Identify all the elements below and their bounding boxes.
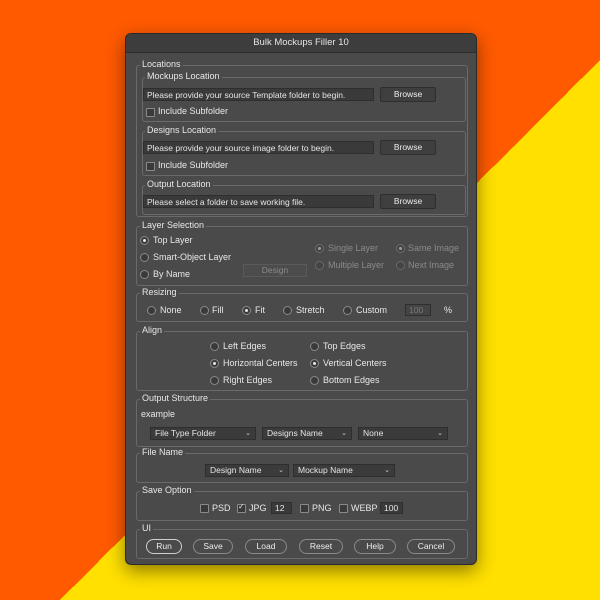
multiple-layer-radio[interactable] xyxy=(315,261,324,270)
align-vertical-centers-radio[interactable] xyxy=(310,359,319,368)
by-name-radio[interactable] xyxy=(140,270,149,279)
save-psd-label: PSD xyxy=(212,503,231,513)
smart-object-layer-label: Smart-Object Layer xyxy=(153,252,232,262)
align-label: Align xyxy=(140,325,165,335)
designs-include-subfolder-label: Include Subfolder xyxy=(158,160,229,170)
mockups-path-field[interactable]: Please provide your source Template fold… xyxy=(143,88,374,101)
resize-fill-radio[interactable] xyxy=(200,306,209,315)
output-path-field[interactable]: Please select a folder to save working f… xyxy=(143,195,374,208)
save-png-label: PNG xyxy=(312,503,332,513)
top-layer-radio[interactable] xyxy=(140,236,149,245)
chevron-down-icon: ⌄ xyxy=(341,430,347,437)
resize-custom-label: Custom xyxy=(356,305,388,315)
single-layer-radio[interactable] xyxy=(315,244,324,253)
resize-none-radio[interactable] xyxy=(147,306,156,315)
save-jpg-checkbox[interactable] xyxy=(237,502,246,513)
load-button[interactable]: Load xyxy=(245,539,287,554)
window-title: Bulk Mockups Filler 10 xyxy=(126,34,476,53)
by-name-label: By Name xyxy=(153,269,191,279)
align-horizontal-centers-radio[interactable] xyxy=(210,359,219,368)
save-webp-label: WEBP xyxy=(351,503,378,513)
chevron-down-icon: ⌄ xyxy=(437,430,443,437)
resize-stretch-radio[interactable] xyxy=(283,306,292,315)
same-image-radio[interactable] xyxy=(396,244,405,253)
help-button[interactable]: Help xyxy=(354,539,396,554)
save-png-checkbox[interactable] xyxy=(300,504,309,513)
save-button[interactable]: Save xyxy=(193,539,233,554)
align-top-edges-radio[interactable] xyxy=(310,342,319,351)
structure-select-3[interactable]: None ⌄ xyxy=(358,427,448,440)
resize-custom-radio[interactable] xyxy=(343,306,352,315)
webp-quality-input[interactable]: 100 xyxy=(380,502,403,514)
align-vertical-centers-label: Vertical Centers xyxy=(323,358,387,368)
align-left-edges-label: Left Edges xyxy=(223,341,267,351)
resize-fill-label: Fill xyxy=(212,305,224,315)
chevron-down-icon: ⌄ xyxy=(278,467,284,474)
designs-include-subfolder-checkbox[interactable] xyxy=(146,162,155,171)
align-right-edges-label: Right Edges xyxy=(223,375,273,385)
resize-none-label: None xyxy=(160,305,182,315)
cancel-button[interactable]: Cancel xyxy=(407,539,455,554)
custom-size-input[interactable]: 100 xyxy=(405,304,431,316)
main-dialog: Bulk Mockups Filler 10 Locations Mockups… xyxy=(125,33,477,565)
output-browse-button[interactable]: Browse xyxy=(380,194,436,209)
custom-size-unit: % xyxy=(444,305,453,315)
designs-browse-button[interactable]: Browse xyxy=(380,140,436,155)
align-right-edges-radio[interactable] xyxy=(210,376,219,385)
align-bottom-edges-radio[interactable] xyxy=(310,376,319,385)
structure-select-1-value: File Type Folder xyxy=(155,428,216,438)
designs-path-field[interactable]: Please provide your source image folder … xyxy=(143,141,374,154)
next-image-label: Next Image xyxy=(408,260,455,270)
ui-label: UI xyxy=(140,523,153,533)
mockups-include-subfolder-label: Include Subfolder xyxy=(158,106,229,116)
output-location-label: Output Location xyxy=(145,179,213,189)
layer-selection-label: Layer Selection xyxy=(140,220,207,230)
same-image-label: Same Image xyxy=(408,243,460,253)
save-webp-checkbox[interactable] xyxy=(339,504,348,513)
next-image-radio[interactable] xyxy=(396,261,405,270)
design-button[interactable]: Design xyxy=(243,264,307,277)
resizing-label: Resizing xyxy=(140,287,179,297)
output-structure-label: Output Structure xyxy=(140,393,211,403)
mockups-browse-button[interactable]: Browse xyxy=(380,87,436,102)
align-panel xyxy=(136,331,468,391)
output-structure-example: example xyxy=(141,409,176,419)
save-jpg-label: JPG xyxy=(249,503,267,513)
align-left-edges-radio[interactable] xyxy=(210,342,219,351)
resize-fit-label: Fit xyxy=(255,305,265,315)
file-name-label: File Name xyxy=(140,447,186,457)
align-top-edges-label: Top Edges xyxy=(323,341,366,351)
designs-location-label: Designs Location xyxy=(145,125,219,135)
file-name-select-2[interactable]: Mockup Name ⌄ xyxy=(293,464,395,477)
structure-select-1[interactable]: File Type Folder ⌄ xyxy=(150,427,256,440)
single-layer-label: Single Layer xyxy=(328,243,379,253)
file-name-select-2-value: Mockup Name xyxy=(298,465,353,475)
multiple-layer-label: Multiple Layer xyxy=(328,260,385,270)
top-layer-label: Top Layer xyxy=(153,235,193,245)
chevron-down-icon: ⌄ xyxy=(245,430,251,437)
align-horizontal-centers-label: Horizontal Centers xyxy=(223,358,298,368)
reset-button[interactable]: Reset xyxy=(299,539,343,554)
save-psd-checkbox[interactable] xyxy=(200,504,209,513)
file-name-select-1-value: Design Name xyxy=(210,465,262,475)
resize-fit-radio[interactable] xyxy=(242,306,251,315)
resize-stretch-label: Stretch xyxy=(296,305,325,315)
structure-select-2[interactable]: Designs Name ⌄ xyxy=(262,427,352,440)
locations-label: Locations xyxy=(140,59,183,69)
mockups-location-label: Mockups Location xyxy=(145,71,222,81)
save-option-label: Save Option xyxy=(140,485,194,495)
chevron-down-icon: ⌄ xyxy=(384,467,390,474)
align-bottom-edges-label: Bottom Edges xyxy=(323,375,380,385)
run-button[interactable]: Run xyxy=(146,539,182,554)
file-name-select-1[interactable]: Design Name ⌄ xyxy=(205,464,289,477)
structure-select-3-value: None xyxy=(363,428,384,438)
structure-select-2-value: Designs Name xyxy=(267,428,323,438)
mockups-include-subfolder-checkbox[interactable] xyxy=(146,108,155,117)
jpg-quality-input[interactable]: 12 xyxy=(271,502,292,514)
smart-object-layer-radio[interactable] xyxy=(140,253,149,262)
